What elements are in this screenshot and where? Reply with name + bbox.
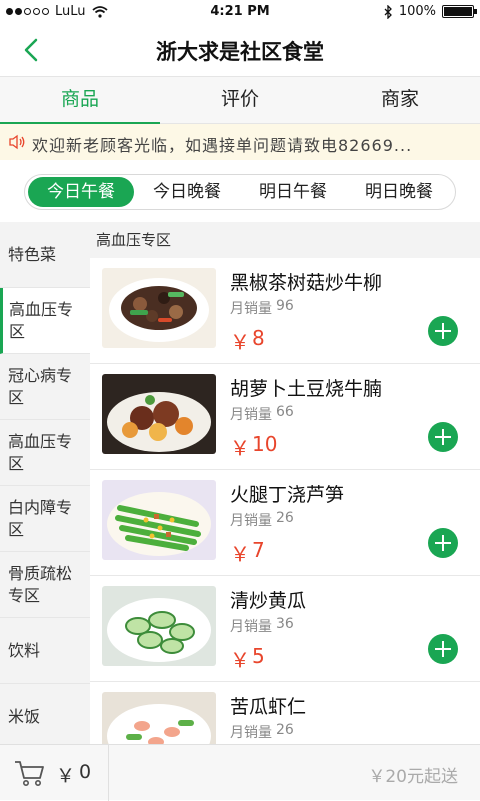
category-hypertension-2[interactable]: 高血压专区 bbox=[0, 420, 90, 486]
category-hypertension[interactable]: 高血压专区 bbox=[0, 288, 90, 354]
battery-icon bbox=[442, 5, 477, 18]
product-price: ￥ 8 bbox=[230, 326, 265, 354]
monthly-sales: 月销量 96 bbox=[230, 298, 294, 317]
category-special[interactable]: 特色菜 bbox=[0, 222, 90, 288]
notice-banner: 欢迎新老顾客光临，如遇接单问题请致电82669... bbox=[0, 124, 480, 160]
product-name: 胡萝卜土豆烧牛腩 bbox=[230, 378, 383, 400]
dish-photo bbox=[102, 268, 216, 348]
dish-photo bbox=[102, 374, 216, 454]
min-order-label: ￥20元起送 bbox=[368, 767, 458, 787]
dish-photo bbox=[102, 586, 216, 666]
category-osteoporosis[interactable]: 骨质疏松专区 bbox=[0, 552, 90, 618]
cart-icon[interactable] bbox=[14, 759, 46, 787]
bluetooth-icon bbox=[384, 4, 392, 19]
category-cataract[interactable]: 白内障专区 bbox=[0, 486, 90, 552]
category-heart-disease[interactable]: 冠心病专区 bbox=[0, 354, 90, 420]
product-price: ￥ 5 bbox=[230, 644, 265, 672]
notice-text: 欢迎新老顾客光临，如遇接单问题请致电82669... bbox=[32, 136, 413, 155]
tab-bar: 商品 评价 商家 bbox=[0, 76, 480, 125]
dish-photo bbox=[102, 692, 216, 744]
monthly-sales: 月销量 36 bbox=[230, 616, 294, 635]
add-to-cart-button[interactable] bbox=[428, 528, 458, 558]
meal-today-dinner[interactable]: 今日晚餐 bbox=[134, 177, 240, 207]
product-name: 苦瓜虾仁 bbox=[230, 696, 307, 718]
section-title: 高血压专区 bbox=[90, 222, 480, 258]
category-sidebar: 特色菜 高血压专区 冠心病专区 高血压专区 白内障专区 骨质疏松专区 饮料 米饭 bbox=[0, 222, 90, 750]
category-drinks[interactable]: 饮料 bbox=[0, 618, 90, 684]
product-item[interactable]: 胡萝卜土豆烧牛腩 月销量 66 ￥ 10 bbox=[90, 364, 480, 470]
add-to-cart-button[interactable] bbox=[428, 422, 458, 452]
add-to-cart-button[interactable] bbox=[428, 316, 458, 346]
product-item[interactable]: 火腿丁浇芦笋 月销量 26 ￥ 7 bbox=[90, 470, 480, 576]
product-item[interactable]: 苦瓜虾仁 月销量 26 bbox=[90, 682, 480, 744]
meal-selector: 今日午餐 今日晚餐 明日午餐 明日晚餐 bbox=[0, 170, 480, 216]
monthly-sales: 月销量 66 bbox=[230, 404, 294, 423]
tab-products[interactable]: 商品 bbox=[0, 77, 160, 125]
product-item[interactable]: 清炒黄瓜 月销量 36 ￥ 5 bbox=[90, 576, 480, 682]
monthly-sales: 月销量 26 bbox=[230, 722, 294, 741]
product-price: ￥ 10 bbox=[230, 432, 278, 460]
status-bar: LuLu 4:21 PM 100% bbox=[0, 0, 480, 24]
cart-bar: ￥ 0 ￥20元起送 bbox=[0, 744, 480, 801]
dish-photo bbox=[102, 480, 216, 560]
tab-reviews[interactable]: 评价 bbox=[160, 77, 320, 123]
add-to-cart-button[interactable] bbox=[428, 634, 458, 664]
header: 浙大求是社区食堂 bbox=[0, 24, 480, 76]
meal-today-lunch[interactable]: 今日午餐 bbox=[28, 177, 134, 207]
battery-percent: 100% bbox=[398, 4, 436, 19]
tab-merchant[interactable]: 商家 bbox=[320, 77, 480, 123]
product-name: 清炒黄瓜 bbox=[230, 590, 307, 612]
category-rice[interactable]: 米饭 bbox=[0, 684, 90, 750]
meal-tomorrow-dinner[interactable]: 明日晚餐 bbox=[346, 177, 452, 207]
cart-total: ￥ 0 bbox=[56, 761, 92, 787]
product-item[interactable]: 黑椒茶树菇炒牛柳 月销量 96 ￥ 8 bbox=[90, 258, 480, 364]
monthly-sales: 月销量 26 bbox=[230, 510, 294, 529]
product-name: 黑椒茶树菇炒牛柳 bbox=[230, 272, 383, 294]
product-list: 高血压专区 黑椒茶树菇炒牛柳 月销量 96 ￥ 8 胡萝卜土豆烧牛腩 月销量 6… bbox=[90, 222, 480, 744]
product-name: 火腿丁浇芦笋 bbox=[230, 484, 345, 506]
page-title: 浙大求是社区食堂 bbox=[156, 40, 324, 64]
meal-tomorrow-lunch[interactable]: 明日午餐 bbox=[240, 177, 346, 207]
product-price: ￥ 7 bbox=[230, 538, 265, 566]
divider bbox=[108, 745, 109, 801]
speaker-icon bbox=[9, 134, 25, 150]
